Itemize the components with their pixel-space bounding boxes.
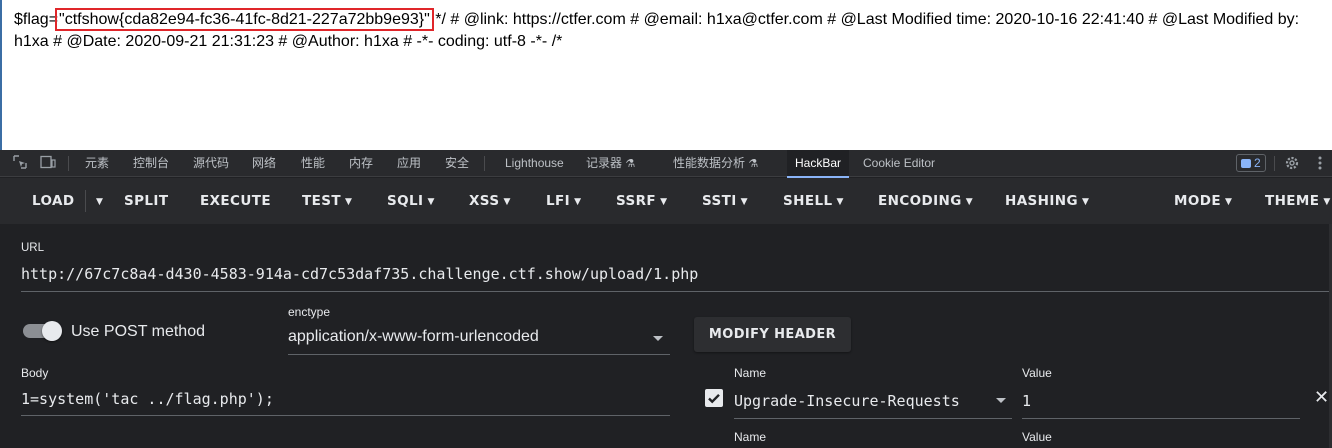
inspect-element-icon[interactable]: [12, 155, 28, 171]
theme-menu-button[interactable]: THEME ▼: [1265, 178, 1331, 224]
header-name-underline: [734, 418, 1012, 419]
sqli-menu-button[interactable]: SQLI ▼: [387, 178, 435, 224]
header-value-underline: [1022, 418, 1300, 419]
devtools-tab-bar: 元素 控制台 源代码 网络 性能 内存 应用 安全 Lighthouse 记录器…: [0, 150, 1332, 178]
device-toolbar-icon[interactable]: [40, 155, 56, 171]
ssti-menu-button[interactable]: SSTI ▼: [702, 178, 748, 224]
flask-icon: ⚗: [748, 158, 759, 170]
issues-badge[interactable]: 2: [1236, 154, 1266, 172]
load-menu-caret[interactable]: ▼: [92, 178, 103, 224]
tab-performance-insights-label: 性能数据分析: [673, 156, 746, 170]
xss-menu-button[interactable]: XSS ▼: [469, 178, 511, 224]
lfi-menu-button[interactable]: LFI ▼: [546, 178, 581, 224]
toggle-knob: [42, 321, 62, 341]
ssrf-menu-label: SSRF: [616, 193, 657, 209]
shell-menu-button[interactable]: SHELL ▼: [783, 178, 844, 224]
post-method-label: Use POST method: [71, 323, 205, 340]
load-divider: [85, 190, 86, 212]
issues-count: 2: [1254, 156, 1261, 170]
tab-security[interactable]: 安全: [437, 150, 477, 177]
modify-header-button[interactable]: MODIFY HEADER: [694, 317, 851, 352]
close-icon[interactable]: ✕: [1314, 388, 1329, 406]
post-method-toggle[interactable]: [23, 321, 62, 341]
load-button[interactable]: LOAD: [32, 178, 75, 224]
tab-elements[interactable]: 元素: [77, 150, 117, 177]
caret-down-icon: ▼: [574, 197, 582, 207]
test-menu-label: TEST: [302, 193, 341, 209]
tab-hackbar[interactable]: HackBar: [787, 150, 850, 178]
url-underline: [21, 291, 1329, 292]
chevron-down-icon[interactable]: [996, 398, 1006, 403]
hashing-menu-button[interactable]: HASHING ▼: [1005, 178, 1089, 224]
ssrf-menu-button[interactable]: SSRF ▼: [616, 178, 667, 224]
tabbar-divider: [68, 156, 69, 171]
tab-console[interactable]: 控制台: [125, 150, 177, 177]
encoding-menu-label: ENCODING: [878, 193, 962, 209]
url-input[interactable]: http://67c7c8a4-d430-4583-914a-cd7c53daf…: [21, 265, 698, 283]
xss-menu-label: XSS: [469, 193, 500, 209]
header-value-label: Value: [1022, 430, 1052, 444]
hackbar-toolbar: LOAD ▼ SPLIT EXECUTE TEST ▼ SQLI ▼ XSS ▼ LF…: [0, 178, 1332, 224]
tab-recorder[interactable]: 记录器 ⚗: [578, 150, 643, 177]
checkbox-checked-icon: [708, 393, 720, 404]
body-label: Body: [21, 366, 49, 380]
tab-lighthouse[interactable]: Lighthouse: [497, 150, 572, 177]
caret-down-icon: ▼: [740, 197, 748, 207]
caret-down-icon: ▼: [836, 197, 844, 207]
caret-down-icon: ▼: [1224, 197, 1233, 207]
flask-icon: ⚗: [625, 158, 636, 170]
tabbar-divider: [1274, 156, 1275, 171]
more-vertical-icon[interactable]: [1312, 155, 1328, 171]
chevron-down-icon[interactable]: [653, 336, 663, 341]
header-name-input[interactable]: Upgrade-Insecure-Requests: [734, 392, 960, 410]
encoding-menu-button[interactable]: ENCODING ▼: [878, 178, 973, 224]
tab-sources[interactable]: 源代码: [185, 150, 237, 177]
caret-down-icon: ▼: [1323, 197, 1331, 207]
execute-button[interactable]: EXECUTE: [200, 178, 271, 224]
header-value-label: Value: [1022, 366, 1052, 380]
caret-down-icon: ▼: [96, 197, 104, 207]
flag-value-highlight: "ctfshow{cda82e94-fc36-41fc-8d21-227a72b…: [55, 8, 434, 31]
caret-down-icon: ▼: [344, 197, 353, 207]
tab-application[interactable]: 应用: [389, 150, 429, 177]
enctype-select[interactable]: application/x-www-form-urlencoded: [288, 328, 539, 346]
test-menu-button[interactable]: TEST ▼: [302, 178, 352, 224]
split-button[interactable]: SPLIT: [124, 178, 168, 224]
caret-down-icon: ▼: [660, 197, 668, 207]
caret-down-icon: ▼: [1081, 197, 1090, 207]
theme-menu-label: THEME: [1265, 193, 1320, 209]
header-name-label: Name: [734, 366, 767, 380]
hashing-menu-label: HASHING: [1005, 193, 1078, 209]
body-underline: [21, 415, 670, 416]
tabbar-divider: [484, 156, 485, 171]
caret-down-icon: ▼: [427, 197, 435, 207]
lfi-menu-label: LFI: [546, 193, 571, 209]
header-name-label: Name: [734, 430, 767, 444]
shell-menu-label: SHELL: [783, 193, 833, 209]
mode-menu-label: MODE: [1174, 193, 1221, 209]
issues-icon: [1241, 159, 1251, 168]
tab-performance-insights[interactable]: 性能数据分析 ⚗: [665, 150, 766, 177]
gear-icon[interactable]: [1284, 155, 1300, 171]
caret-down-icon: ▼: [965, 197, 974, 207]
flag-prefix: $flag=: [14, 11, 59, 28]
tab-performance[interactable]: 性能: [293, 150, 333, 177]
header-row-checkbox[interactable]: [705, 389, 723, 407]
page-source-text: $flag="ctfshow{cda82e94-fc36-41fc-8d21-2…: [14, 8, 1324, 53]
ssti-menu-label: SSTI: [702, 193, 737, 209]
tab-memory[interactable]: 内存: [341, 150, 381, 177]
tab-recorder-label: 记录器: [586, 156, 623, 170]
body-input[interactable]: 1=system('tac ../flag.php');: [21, 390, 274, 408]
enctype-underline: [288, 354, 670, 355]
url-label: URL: [21, 242, 45, 254]
page-left-edge: [0, 0, 2, 150]
caret-down-icon: ▼: [503, 197, 511, 207]
enctype-label: enctype: [288, 305, 331, 319]
sqli-menu-label: SQLI: [387, 193, 424, 209]
tab-cookie-editor[interactable]: Cookie Editor: [855, 150, 943, 177]
mode-menu-button[interactable]: MODE ▼: [1174, 178, 1232, 224]
header-value-input[interactable]: 1: [1022, 392, 1031, 410]
page-content: $flag="ctfshow{cda82e94-fc36-41fc-8d21-2…: [0, 0, 1332, 150]
tab-network[interactable]: 网络: [244, 150, 284, 177]
